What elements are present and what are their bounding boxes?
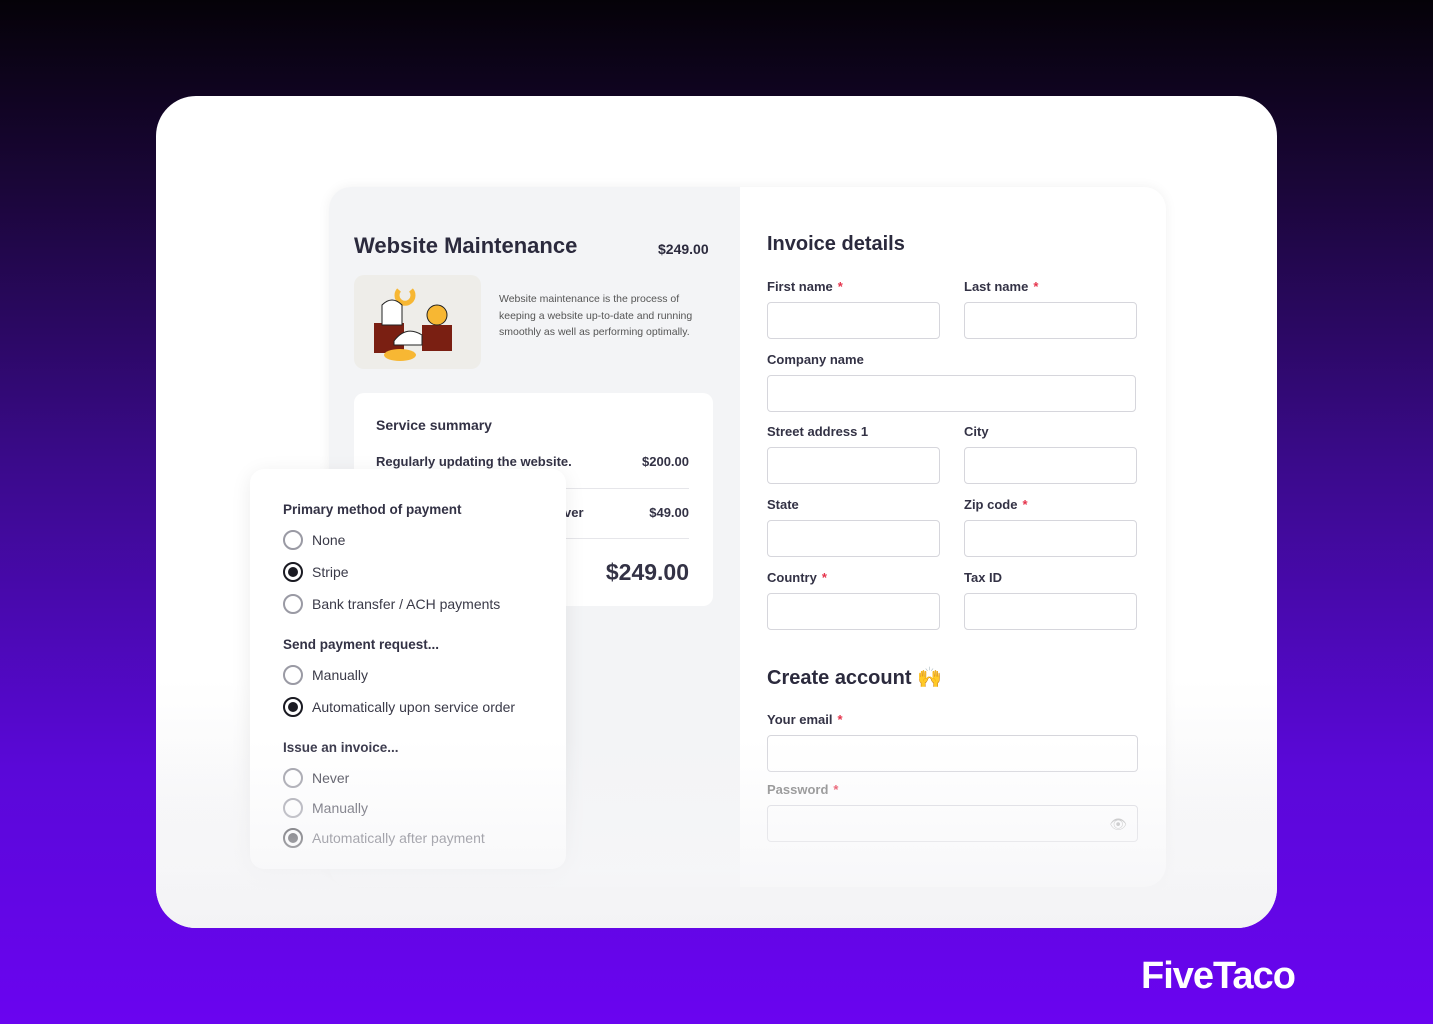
email-label: Your email * [767,712,843,727]
payment-request-title: Send payment request... [283,637,440,652]
company-label: Company name [767,352,864,367]
invoice-issue-title: Issue an invoice... [283,740,399,755]
city-label: City [964,424,989,439]
summary-item-label: Regularly updating the website. [376,454,572,469]
radio-invoice-manually[interactable]: Manually [283,798,368,818]
radio-request-automatically[interactable]: Automatically upon service order [283,697,515,717]
radio-request-manually[interactable]: Manually [283,665,368,685]
email-input[interactable] [767,735,1138,772]
country-input[interactable] [767,593,940,630]
service-description: Website maintenance is the process of ke… [499,293,693,338]
service-title: Website Maintenance [354,233,578,258]
street-input[interactable] [767,447,940,484]
summary-item-price: $200.00 [642,454,689,469]
summary-total: $249.00 [605,559,689,585]
street-label: Street address 1 [767,424,869,439]
city-input[interactable] [964,447,1137,484]
tax-id-input[interactable] [964,593,1137,630]
password-label: Password * [767,782,839,797]
service-illustration [354,275,481,369]
radio-stripe[interactable]: Stripe [283,562,349,582]
last-name-input[interactable] [964,302,1137,339]
zip-input[interactable] [964,520,1137,557]
raising-hands-icon: 🙌 [917,667,942,689]
radio-bank-transfer[interactable]: Bank transfer / ACH payments [283,594,500,614]
service-price: $249.00 [658,241,709,257]
state-input[interactable] [767,520,940,557]
primary-payment-title: Primary method of payment [283,502,462,517]
payment-settings-panel: Primary method of payment None Stripe Ba… [250,469,566,869]
radio-invoice-after-payment[interactable]: Automatically after payment [283,828,485,848]
summary-item-price: $49.00 [649,505,689,520]
first-name-input[interactable] [767,302,940,339]
password-input[interactable]: 👁 [767,805,1138,842]
create-account-title: Create account 🙌 [767,667,942,689]
tax-id-label: Tax ID [964,570,1003,585]
eye-icon[interactable]: 👁 [1109,816,1127,833]
radio-none[interactable]: None [283,530,345,550]
brand-logo: FiveTaco [1141,955,1296,997]
radio-invoice-never[interactable]: Never [283,768,349,788]
zip-label: Zip code * [964,497,1028,512]
state-label: State [767,497,799,512]
first-name-label: First name * [767,279,843,294]
summary-title: Service summary [376,417,492,433]
country-label: Country * [767,570,827,585]
showcase-card: Website Maintenance $249.00 Website main… [156,96,1277,928]
company-input[interactable] [767,375,1136,412]
invoice-title: Invoice details [767,233,905,255]
summary-item-label: ver [564,505,584,520]
last-name-label: Last name * [964,279,1039,294]
